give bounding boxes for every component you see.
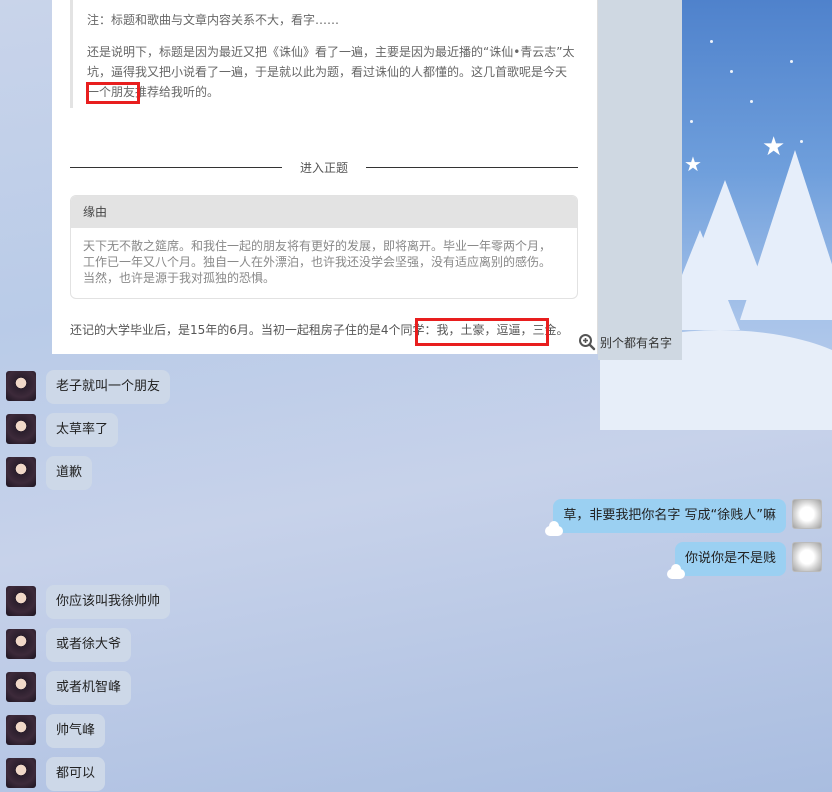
avatar-friend[interactable]: [6, 371, 36, 401]
chat-bubble-incoming[interactable]: 老子就叫一个朋友: [46, 370, 171, 404]
highlight-box-friend: [86, 82, 140, 104]
chat-bubble-incoming[interactable]: 你应该叫我徐帅帅: [46, 585, 171, 619]
snow-tree: [740, 150, 832, 320]
blockquote: 注：标题和歌曲与文章内容关系不大，看字…… 还是说明下，标题是因为最近又把《诛仙…: [70, 0, 576, 108]
avatar-friend[interactable]: [6, 414, 36, 444]
avatar-self[interactable]: [792, 542, 822, 572]
star-icon: ★: [684, 152, 702, 176]
chat-bubble-text: 草，非要我把你名字 写成“徐贱人”嘛: [563, 508, 776, 523]
zoom-in-icon[interactable]: [578, 333, 596, 351]
chat-bubble-text: 你说你是不是贱: [684, 551, 776, 566]
cloud-decoration: [666, 564, 685, 579]
image-frame-side: [598, 0, 682, 360]
highlight-box-names: [415, 318, 549, 346]
chat-bubble-outgoing[interactable]: 你说你是不是贱: [666, 542, 786, 579]
chat-bubble-incoming[interactable]: 或者机智峰: [46, 671, 132, 705]
chat-bubble-incoming[interactable]: 帅气峰: [46, 714, 106, 748]
divider-label: 进入正题: [299, 161, 348, 175]
star-icon: ★: [762, 132, 786, 162]
avatar-friend[interactable]: [6, 629, 36, 659]
overlay-caption: 别个都有名字: [600, 336, 673, 350]
avatar-friend[interactable]: [6, 758, 36, 788]
quote-note: 注：标题和歌曲与文章内容关系不大，看字……: [87, 13, 340, 27]
shared-screenshot[interactable]: 注：标题和歌曲与文章内容关系不大，看字…… 还是说明下，标题是因为最近又把《诛仙…: [52, 0, 598, 354]
chat-bubble-incoming[interactable]: 太草率了: [46, 413, 119, 447]
reason-panel: 缘由 天下无不散之筵席。和我住一起的朋友将有更好的发展，即将离开。毕业一年零两个…: [70, 195, 578, 299]
chat-bubble-incoming[interactable]: 道歉: [46, 456, 93, 490]
quote-explanation: 还是说明下，标题是因为最近又把《诛仙》看了一遍，主要是因为最近播的“诛仙•青云志…: [87, 45, 575, 99]
avatar-self[interactable]: [792, 499, 822, 529]
avatar-friend[interactable]: [6, 672, 36, 702]
avatar-friend[interactable]: [6, 715, 36, 745]
chat-bubble-incoming[interactable]: 或者徐大爷: [46, 628, 132, 662]
panel-body: 天下无不散之筵席。和我住一起的朋友将有更好的发展，即将离开。毕业一年零两个月，工…: [83, 239, 552, 285]
avatar-friend[interactable]: [6, 457, 36, 487]
section-divider: 进入正题: [70, 158, 578, 178]
chat-bubble-outgoing[interactable]: 草，非要我把你名字 写成“徐贱人”嘛: [545, 499, 786, 536]
cloud-decoration: [545, 521, 564, 536]
avatar-friend[interactable]: [6, 586, 36, 616]
chat-bubble-incoming[interactable]: 都可以: [46, 757, 106, 791]
panel-title: 缘由: [71, 196, 577, 228]
